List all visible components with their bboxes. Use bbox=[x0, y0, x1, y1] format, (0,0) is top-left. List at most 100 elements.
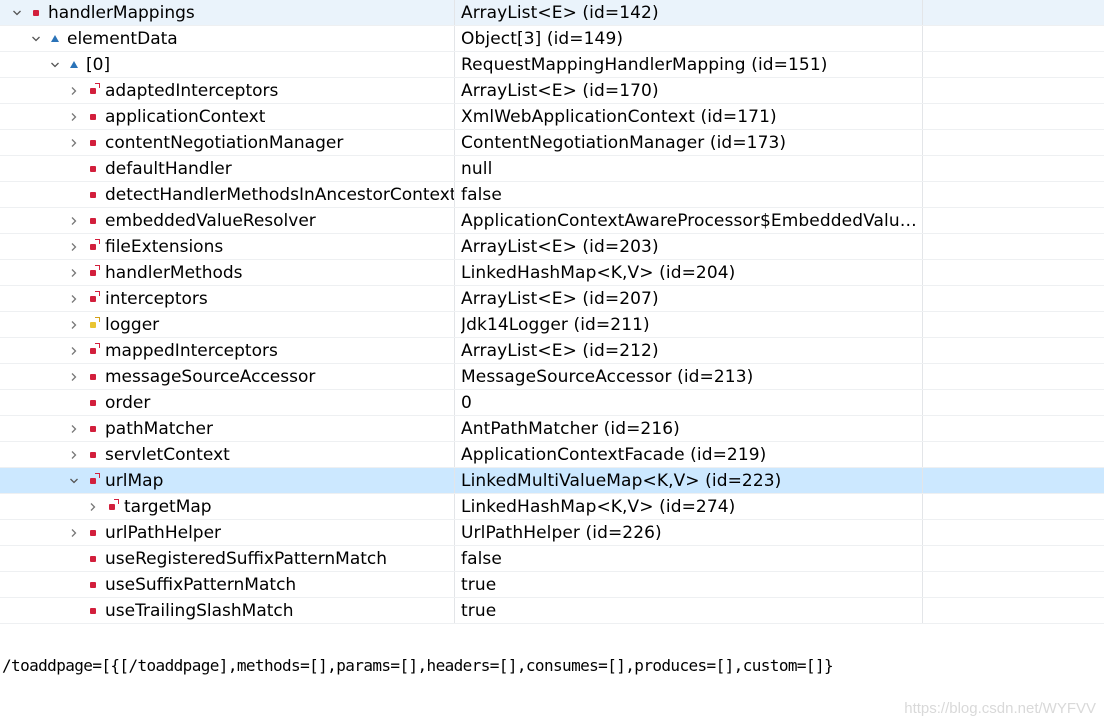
chevron-right-icon[interactable] bbox=[67, 234, 81, 259]
chevron-right-icon[interactable] bbox=[67, 520, 81, 545]
variable-name: useSuffixPatternMatch bbox=[105, 574, 297, 595]
name-cell: detectHandlerMethodsInAncestorContexts bbox=[0, 182, 455, 207]
private-final-field-icon bbox=[86, 260, 100, 285]
chevron-down-icon[interactable] bbox=[48, 52, 62, 77]
chevron-right-icon[interactable] bbox=[67, 208, 81, 233]
variable-row-pathMatcher[interactable]: pathMatcher AntPathMatcher (id=216) bbox=[0, 416, 1104, 442]
variable-row-logger[interactable]: logger Jdk14Logger (id=211) bbox=[0, 312, 1104, 338]
chevron-right-icon[interactable] bbox=[67, 104, 81, 129]
variable-row-urlMap[interactable]: urlMap LinkedMultiValueMap<K,V> (id=223) bbox=[0, 468, 1104, 494]
variable-name: urlMap bbox=[105, 470, 164, 491]
variable-row-embeddedValueResolver[interactable]: embeddedValueResolver ApplicationContext… bbox=[0, 208, 1104, 234]
private-final-field-icon bbox=[86, 78, 100, 103]
private-field-icon bbox=[86, 130, 100, 155]
variables-tree[interactable]: handlerMappings ArrayList<E> (id=142) el… bbox=[0, 0, 1104, 624]
variable-value: Object[3] (id=149) bbox=[461, 28, 624, 49]
variable-name: servletContext bbox=[105, 444, 230, 465]
name-cell: interceptors bbox=[0, 286, 455, 311]
variable-value: 0 bbox=[461, 392, 472, 413]
variable-name: mappedInterceptors bbox=[105, 340, 278, 361]
name-cell: order bbox=[0, 390, 455, 415]
name-cell: contentNegotiationManager bbox=[0, 130, 455, 155]
variable-row-messageSourceAccessor[interactable]: messageSourceAccessor MessageSourceAcces… bbox=[0, 364, 1104, 390]
value-cell: null bbox=[455, 156, 923, 181]
variable-value: ApplicationContextFacade (id=219) bbox=[461, 444, 767, 465]
name-cell: mappedInterceptors bbox=[0, 338, 455, 363]
protected-field-icon bbox=[48, 26, 62, 51]
variable-value: Jdk14Logger (id=211) bbox=[461, 314, 650, 335]
chevron-right-icon[interactable] bbox=[86, 494, 100, 519]
variable-row-contentNegotiationManager[interactable]: contentNegotiationManager ContentNegotia… bbox=[0, 130, 1104, 156]
value-cell: AntPathMatcher (id=216) bbox=[455, 416, 923, 441]
variable-value: LinkedMultiValueMap<K,V> (id=223) bbox=[461, 470, 782, 491]
private-field-icon bbox=[86, 182, 100, 207]
variable-row-applicationContext[interactable]: applicationContext XmlWebApplicationCont… bbox=[0, 104, 1104, 130]
no-expander bbox=[67, 390, 81, 415]
variable-row-0[interactable]: [0] RequestMappingHandlerMapping (id=151… bbox=[0, 52, 1104, 78]
detail-text: /toaddpage=[{[/toaddpage],methods=[],par… bbox=[2, 655, 834, 675]
watermark: https://blog.csdn.net/WYFVV bbox=[904, 700, 1096, 717]
variable-value: ContentNegotiationManager (id=173) bbox=[461, 132, 787, 153]
value-cell: true bbox=[455, 572, 923, 597]
name-cell: pathMatcher bbox=[0, 416, 455, 441]
private-field-icon bbox=[86, 104, 100, 129]
private-field-icon bbox=[86, 364, 100, 389]
variable-name: messageSourceAccessor bbox=[105, 366, 316, 387]
variable-row-detectHandlerMethodsInAncestorContexts[interactable]: detectHandlerMethodsInAncestorContexts f… bbox=[0, 182, 1104, 208]
private-final-field-icon bbox=[105, 494, 119, 519]
private-final-field-icon bbox=[86, 338, 100, 363]
private-field-icon bbox=[86, 416, 100, 441]
chevron-right-icon[interactable] bbox=[67, 338, 81, 363]
no-expander bbox=[67, 546, 81, 571]
variable-value: false bbox=[461, 184, 502, 205]
variable-name: [0] bbox=[86, 54, 111, 75]
private-field-icon bbox=[29, 0, 43, 25]
chevron-right-icon[interactable] bbox=[67, 442, 81, 467]
private-final-field-icon bbox=[86, 234, 100, 259]
no-expander bbox=[67, 598, 81, 623]
private-field-icon bbox=[86, 520, 100, 545]
chevron-right-icon[interactable] bbox=[67, 260, 81, 285]
variable-name: applicationContext bbox=[105, 106, 266, 127]
variable-row-elementData[interactable]: elementData Object[3] (id=149) bbox=[0, 26, 1104, 52]
chevron-right-icon[interactable] bbox=[67, 312, 81, 337]
private-field-icon bbox=[86, 572, 100, 597]
variable-value: false bbox=[461, 548, 502, 569]
variable-row-defaultHandler[interactable]: defaultHandler null bbox=[0, 156, 1104, 182]
value-cell: ArrayList<E> (id=212) bbox=[455, 338, 923, 363]
variable-row-useTrailingSlashMatch[interactable]: useTrailingSlashMatch true bbox=[0, 598, 1104, 624]
variable-row-order[interactable]: order 0 bbox=[0, 390, 1104, 416]
value-cell: ArrayList<E> (id=170) bbox=[455, 78, 923, 103]
variable-row-mappedInterceptors[interactable]: mappedInterceptors ArrayList<E> (id=212) bbox=[0, 338, 1104, 364]
variable-row-interceptors[interactable]: interceptors ArrayList<E> (id=207) bbox=[0, 286, 1104, 312]
no-expander bbox=[67, 572, 81, 597]
variable-row-handlerMappings[interactable]: handlerMappings ArrayList<E> (id=142) bbox=[0, 0, 1104, 26]
name-cell: urlPathHelper bbox=[0, 520, 455, 545]
chevron-right-icon[interactable] bbox=[67, 416, 81, 441]
variable-row-targetMap[interactable]: targetMap LinkedHashMap<K,V> (id=274) bbox=[0, 494, 1104, 520]
value-cell: LinkedMultiValueMap<K,V> (id=223) bbox=[455, 468, 923, 493]
variable-row-useRegisteredSuffixPatternMatch[interactable]: useRegisteredSuffixPatternMatch false bbox=[0, 546, 1104, 572]
chevron-down-icon[interactable] bbox=[10, 0, 24, 25]
chevron-down-icon[interactable] bbox=[67, 468, 81, 493]
variable-row-adaptedInterceptors[interactable]: adaptedInterceptors ArrayList<E> (id=170… bbox=[0, 78, 1104, 104]
variable-row-urlPathHelper[interactable]: urlPathHelper UrlPathHelper (id=226) bbox=[0, 520, 1104, 546]
value-cell: ApplicationContextAwareProcessor$Embedde… bbox=[455, 208, 923, 233]
name-cell: servletContext bbox=[0, 442, 455, 467]
private-field-icon bbox=[86, 442, 100, 467]
chevron-down-icon[interactable] bbox=[29, 26, 43, 51]
variable-row-servletContext[interactable]: servletContext ApplicationContextFacade … bbox=[0, 442, 1104, 468]
variable-value: ArrayList<E> (id=203) bbox=[461, 236, 659, 257]
variable-value: ApplicationContextAwareProcessor$Embedde… bbox=[461, 210, 917, 231]
chevron-right-icon[interactable] bbox=[67, 78, 81, 103]
variable-row-handlerMethods[interactable]: handlerMethods LinkedHashMap<K,V> (id=20… bbox=[0, 260, 1104, 286]
name-cell: applicationContext bbox=[0, 104, 455, 129]
chevron-right-icon[interactable] bbox=[67, 286, 81, 311]
detail-pane[interactable]: /toaddpage=[{[/toaddpage],methods=[],par… bbox=[0, 650, 1104, 680]
variable-row-fileExtensions[interactable]: fileExtensions ArrayList<E> (id=203) bbox=[0, 234, 1104, 260]
variable-value: ArrayList<E> (id=212) bbox=[461, 340, 659, 361]
variable-row-useSuffixPatternMatch[interactable]: useSuffixPatternMatch true bbox=[0, 572, 1104, 598]
chevron-right-icon[interactable] bbox=[67, 130, 81, 155]
private-field-icon bbox=[86, 208, 100, 233]
chevron-right-icon[interactable] bbox=[67, 364, 81, 389]
